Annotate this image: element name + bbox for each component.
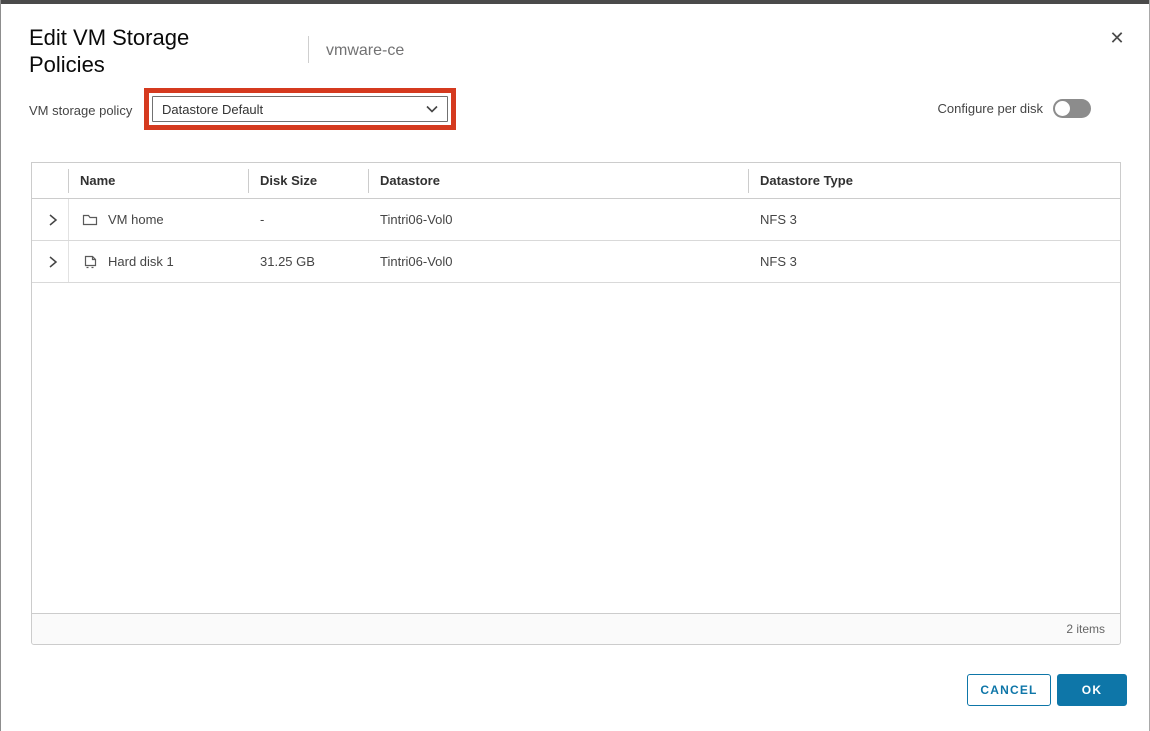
expand-row-chevron[interactable] bbox=[40, 241, 66, 283]
row-divider bbox=[68, 199, 69, 240]
chevron-right-icon bbox=[48, 255, 58, 269]
column-divider bbox=[368, 169, 369, 193]
vm-storage-policy-select[interactable]: Datastore Default bbox=[152, 96, 448, 122]
cell-datastore: Tintri06-Vol0 bbox=[380, 241, 453, 283]
table-row-hard-disk-1: Hard disk 1 31.25 GB Tintri06-Vol0 NFS 3 bbox=[32, 241, 1120, 283]
cell-disk-size: 31.25 GB bbox=[260, 241, 315, 283]
title-divider bbox=[308, 36, 309, 63]
folder-icon bbox=[82, 212, 98, 228]
cancel-button[interactable]: CANCEL bbox=[967, 674, 1051, 706]
chevron-down-icon bbox=[426, 105, 438, 113]
table-row-vm-home: VM home - Tintri06-Vol0 NFS 3 bbox=[32, 199, 1120, 241]
vm-name-subtitle: vmware-ce bbox=[326, 42, 404, 60]
selected-policy-value: Datastore Default bbox=[162, 102, 263, 117]
cell-datastore: Tintri06-Vol0 bbox=[380, 199, 453, 241]
cell-name: Hard disk 1 bbox=[108, 241, 174, 283]
vm-storage-policy-label: VM storage policy bbox=[29, 103, 132, 118]
table-footer-item-count: 2 items bbox=[32, 613, 1120, 644]
storage-policy-table: Name Disk Size Datastore Datastore Type … bbox=[31, 162, 1121, 645]
configure-per-disk-toggle[interactable] bbox=[1053, 99, 1091, 118]
expand-row-chevron[interactable] bbox=[40, 199, 66, 241]
column-header-datastore-type: Datastore Type bbox=[760, 163, 853, 199]
hard-disk-icon bbox=[82, 254, 98, 270]
cell-datastore-type: NFS 3 bbox=[760, 199, 797, 241]
row-divider bbox=[68, 241, 69, 282]
window-top-border bbox=[1, 0, 1149, 4]
cell-datastore-type: NFS 3 bbox=[760, 241, 797, 283]
table-header: Name Disk Size Datastore Datastore Type bbox=[32, 163, 1120, 199]
configure-per-disk-label: Configure per disk bbox=[938, 101, 1044, 116]
ok-button[interactable]: OK bbox=[1057, 674, 1127, 706]
column-header-name: Name bbox=[80, 163, 115, 199]
page-title: Edit VM Storage Policies bbox=[29, 24, 264, 78]
column-divider bbox=[748, 169, 749, 193]
close-icon[interactable]: ✕ bbox=[1105, 26, 1129, 50]
configure-per-disk-control: Configure per disk bbox=[938, 99, 1092, 118]
toggle-knob bbox=[1055, 101, 1070, 116]
chevron-right-icon bbox=[48, 213, 58, 227]
column-divider bbox=[248, 169, 249, 193]
column-header-disk-size: Disk Size bbox=[260, 163, 317, 199]
cell-disk-size: - bbox=[260, 199, 264, 241]
column-divider bbox=[68, 169, 69, 193]
column-header-datastore: Datastore bbox=[380, 163, 440, 199]
cell-name: VM home bbox=[108, 199, 164, 241]
annotation-highlight: Datastore Default bbox=[144, 88, 456, 130]
edit-vm-storage-policies-dialog: Edit VM Storage Policies vmware-ce ✕ VM … bbox=[0, 0, 1150, 731]
